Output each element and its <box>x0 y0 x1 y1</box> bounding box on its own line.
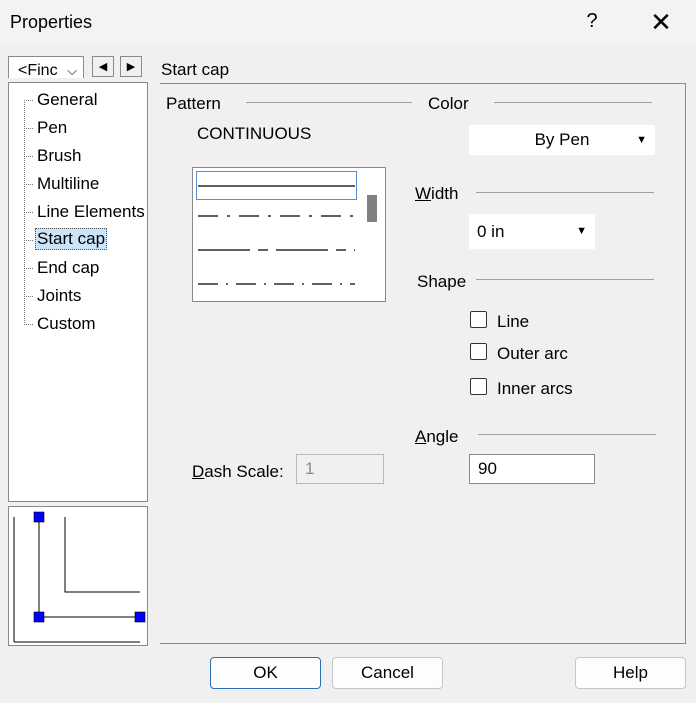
width-combo[interactable]: 0 in ▼ <box>469 214 595 249</box>
section-title: Start cap <box>161 60 230 79</box>
find-label: <Finc <box>18 62 58 78</box>
close-icon[interactable]: ✕ <box>648 6 674 38</box>
color-combo[interactable]: By Pen ▼ <box>469 125 655 155</box>
cancel-button[interactable]: Cancel <box>332 657 443 689</box>
help-icon[interactable]: ? <box>582 10 602 33</box>
tree-item-start-cap[interactable]: Start cap <box>35 228 108 250</box>
find-combo[interactable]: <Finc ⌵ <box>8 56 84 78</box>
tree-item-pen[interactable]: Pen <box>35 117 69 139</box>
dropdown-arrow-icon: ▼ <box>636 134 647 146</box>
color-value: By Pen <box>534 130 590 149</box>
dash-scale-input[interactable]: 1 <box>296 454 384 484</box>
handle-right[interactable] <box>134 611 146 623</box>
line-option-label: Line <box>497 312 530 331</box>
chevron-down-icon: ⌵ <box>67 63 77 78</box>
angle-label: Angle <box>415 427 459 446</box>
dropdown-arrow-icon: ▼ <box>576 225 587 237</box>
tree-item-multiline[interactable]: Multiline <box>35 173 101 195</box>
tree-item-line-elements[interactable]: Line Elements <box>35 201 147 223</box>
help-button[interactable]: Help <box>575 657 686 689</box>
window-title: Properties <box>10 12 93 32</box>
inner-arcs-checkbox[interactable] <box>470 378 487 395</box>
pattern-scroll-thumb[interactable] <box>367 195 377 222</box>
pattern-current: CONTINUOUS <box>197 124 312 143</box>
angle-input[interactable]: 90 <box>469 454 595 484</box>
pattern-swatches <box>198 185 355 285</box>
cap-preview-drawing <box>13 511 146 643</box>
color-label: Color <box>428 94 469 113</box>
ok-button[interactable]: OK <box>210 657 321 689</box>
inner-arcs-option-label: Inner arcs <box>497 379 573 398</box>
handle-top[interactable] <box>33 511 45 523</box>
next-arrow-button[interactable]: ▶ <box>120 56 142 77</box>
tree-item-general[interactable]: General <box>35 89 99 111</box>
width-label: Width <box>415 184 459 203</box>
shape-label: Shape <box>417 272 467 291</box>
section-divider <box>160 83 686 84</box>
handle-corner[interactable] <box>33 611 45 623</box>
line-checkbox[interactable] <box>470 311 487 328</box>
category-tree[interactable]: General Pen Brush Multiline Line Element… <box>8 82 148 502</box>
tree-item-brush[interactable]: Brush <box>35 145 83 167</box>
dash-scale-label: Dash Scale: <box>192 462 284 481</box>
tree-item-end-cap[interactable]: End cap <box>35 257 101 279</box>
outer-arc-checkbox[interactable] <box>470 343 487 360</box>
prev-arrow-button[interactable]: ◀ <box>92 56 114 77</box>
cap-preview <box>8 506 148 646</box>
tree-item-custom[interactable]: Custom <box>35 313 98 335</box>
outer-arc-option-label: Outer arc <box>497 344 568 363</box>
pattern-label: Pattern <box>166 94 221 113</box>
width-value: 0 in <box>477 222 505 241</box>
tree-item-joints[interactable]: Joints <box>35 285 83 307</box>
pattern-list[interactable] <box>192 167 386 302</box>
